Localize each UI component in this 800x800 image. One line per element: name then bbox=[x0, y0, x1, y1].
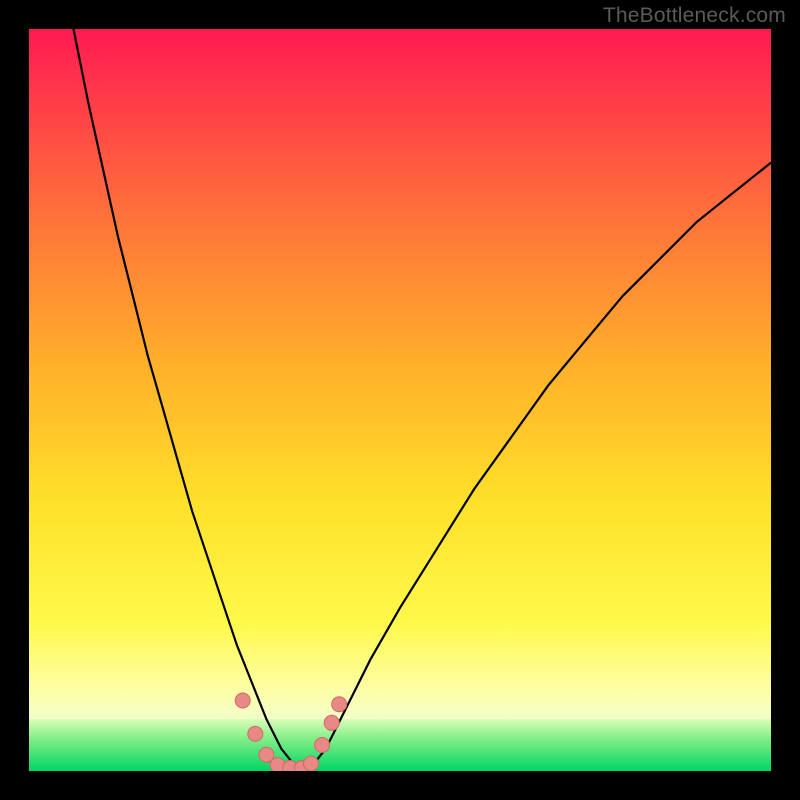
watermark-text: TheBottleneck.com bbox=[603, 4, 786, 28]
data-marker bbox=[315, 738, 330, 753]
data-marker bbox=[248, 726, 263, 741]
data-marker bbox=[324, 715, 339, 730]
data-marker bbox=[332, 697, 347, 712]
valley-markers bbox=[29, 29, 771, 771]
plot-area bbox=[29, 29, 771, 771]
data-marker bbox=[304, 756, 319, 771]
chart-frame: TheBottleneck.com bbox=[0, 0, 800, 800]
data-marker bbox=[235, 693, 250, 708]
